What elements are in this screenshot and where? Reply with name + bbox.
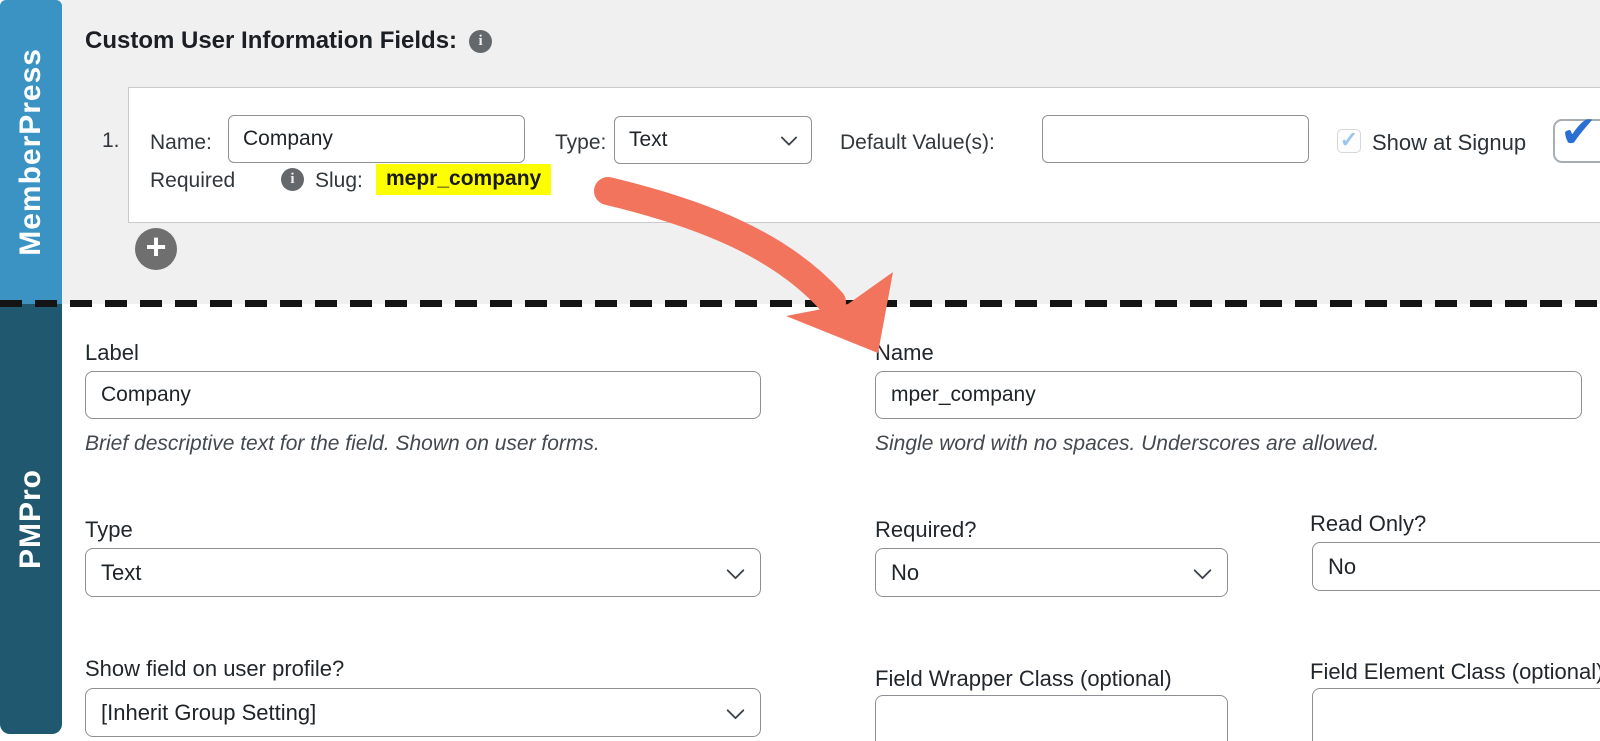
sidebar-pmpro: PMPro	[0, 304, 62, 734]
pmpro-required-label: Required?	[875, 517, 977, 542]
pmpro-profile-select[interactable]: [Inherit Group Setting]	[85, 688, 761, 737]
pmpro-label-label: Label	[85, 340, 139, 365]
pmpro-profile-label: Show field on user profile?	[85, 656, 345, 681]
pmpro-element-class-input[interactable]	[1312, 688, 1600, 741]
pmpro-label-hint: Brief descriptive text for the field. Sh…	[85, 432, 600, 455]
pmpro-wrapper-class-input[interactable]	[875, 695, 1228, 741]
pmpro-element-class-label: Field Element Class (optional)	[1310, 659, 1600, 684]
slug-value-highlight: mepr_company	[376, 164, 552, 195]
pmpro-type-label: Type	[85, 517, 133, 542]
name-label: Name:	[150, 131, 212, 154]
chevron-down-icon	[726, 700, 745, 720]
pmpro-required-value: No	[891, 559, 920, 585]
chevron-down-icon	[726, 560, 745, 580]
pmpro-name-label: Name	[875, 340, 934, 365]
required-info-icon[interactable]: i	[281, 168, 304, 191]
pmpro-readonly-value: No	[1328, 553, 1357, 579]
screenshot-root: MemberPress PMPro Custom User Informatio…	[0, 0, 1600, 741]
show-at-signup-checkbox[interactable]: ✓	[1337, 129, 1361, 153]
memberpress-section: Custom User Information Fields: i 1. Nam…	[62, 0, 1600, 304]
sidebar-memberpress-label: MemberPress	[14, 48, 47, 256]
pmpro-type-select[interactable]: Text	[85, 548, 761, 597]
check-heavy-icon: ✔	[1560, 108, 1597, 157]
signup-right-checkbox[interactable]: ✔	[1553, 111, 1600, 163]
pmpro-profile-value: [Inherit Group Setting]	[101, 699, 317, 725]
pmpro-section: Label Brief descriptive text for the fie…	[62, 307, 1600, 741]
pmpro-wrapper-class-label: Field Wrapper Class (optional)	[875, 666, 1172, 691]
sidebar-memberpress: MemberPress	[0, 0, 62, 304]
slug-label: Slug:	[315, 169, 363, 192]
default-values-label: Default Value(s):	[840, 131, 995, 154]
memberpress-heading: Custom User Information Fields: i	[85, 27, 493, 55]
row-index: 1.	[102, 129, 120, 152]
sidebar-pmpro-label: PMPro	[14, 468, 47, 569]
name-input[interactable]	[228, 115, 525, 163]
pmpro-type-value: Text	[101, 559, 142, 585]
pmpro-name-input[interactable]	[875, 371, 1582, 419]
pmpro-readonly-select[interactable]: No	[1312, 542, 1600, 591]
page-title: Custom User Information Fields:	[85, 27, 458, 54]
plus-icon: +	[145, 226, 167, 267]
add-field-button[interactable]: +	[135, 228, 177, 270]
pmpro-readonly-label: Read Only?	[1310, 511, 1427, 536]
chevron-down-icon	[1193, 560, 1212, 580]
section-divider	[0, 300, 1600, 307]
type-select[interactable]: Text	[614, 116, 812, 164]
pmpro-name-hint: Single word with no spaces. Underscores …	[875, 432, 1380, 455]
pmpro-required-select[interactable]: No	[875, 548, 1228, 597]
default-values-input[interactable]	[1042, 115, 1309, 163]
required-label: Required	[150, 169, 236, 192]
pmpro-label-input[interactable]	[85, 371, 761, 419]
type-select-value: Text	[629, 128, 668, 151]
type-label: Type:	[555, 131, 607, 154]
chevron-down-icon	[780, 129, 798, 147]
check-icon: ✓	[1339, 127, 1359, 152]
show-at-signup-label: Show at Signup	[1372, 130, 1527, 155]
info-icon[interactable]: i	[469, 29, 493, 53]
